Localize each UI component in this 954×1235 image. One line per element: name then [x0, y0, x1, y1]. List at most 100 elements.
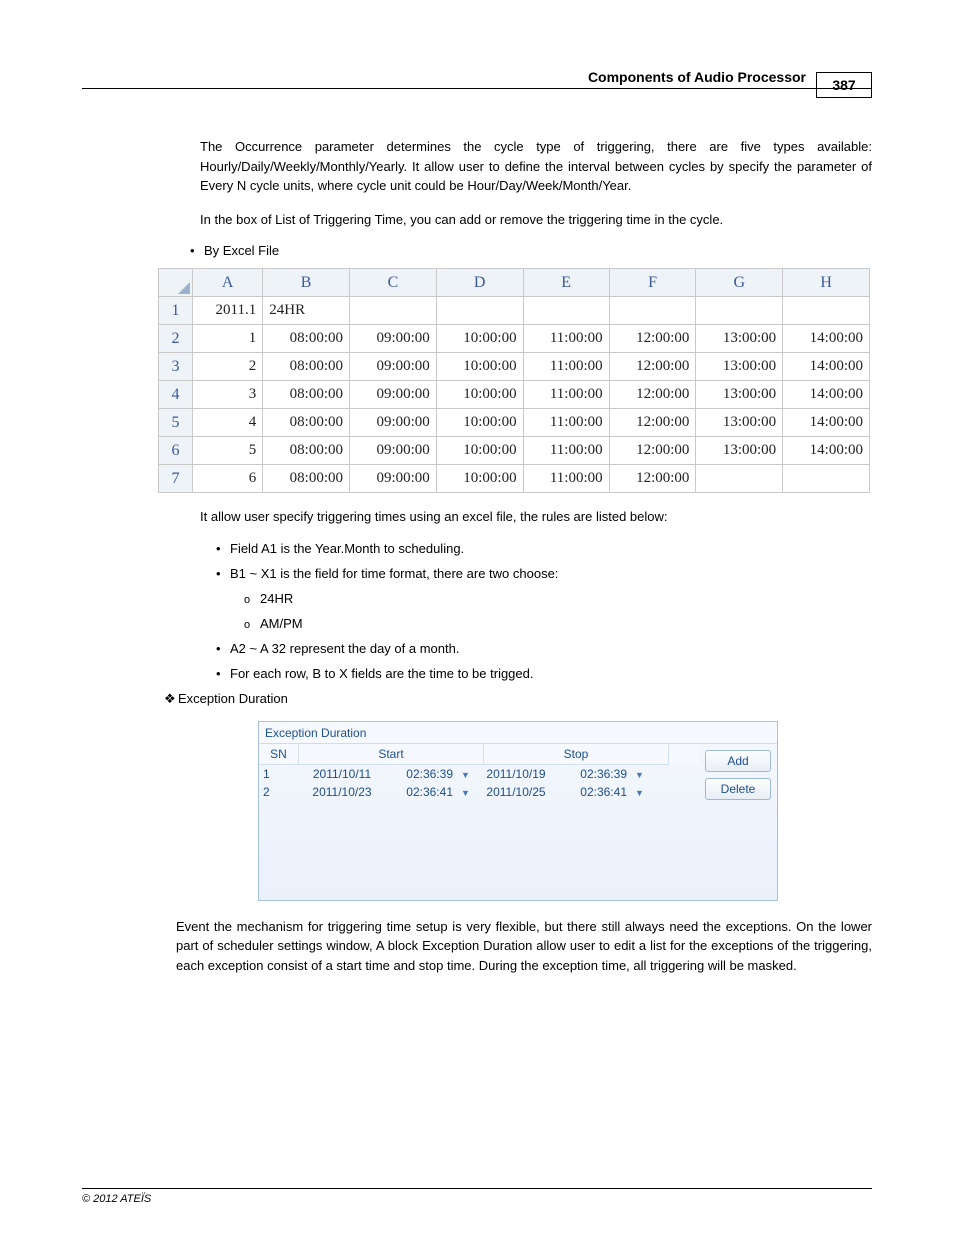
diamond-bullet-icon: ❖	[164, 691, 178, 707]
excel-cell[interactable]: 10:00:00	[436, 437, 523, 465]
excel-cell[interactable]: 13:00:00	[696, 437, 783, 465]
excel-cell[interactable]: 10:00:00	[436, 381, 523, 409]
exception-stop-time[interactable]: 02:36:39	[559, 767, 631, 781]
excel-col-D[interactable]: D	[436, 269, 523, 297]
excel-cell[interactable]: 14:00:00	[783, 381, 870, 409]
excel-cell[interactable]: 2011.1	[193, 297, 263, 325]
excel-cell[interactable]: 13:00:00	[696, 353, 783, 381]
excel-cell[interactable]: 11:00:00	[523, 465, 609, 493]
excel-corner-icon	[178, 282, 190, 294]
excel-cell[interactable]: 6	[193, 465, 263, 493]
excel-cell[interactable]: 12:00:00	[609, 381, 696, 409]
excel-cell[interactable]: 11:00:00	[523, 325, 609, 353]
excel-cell[interactable]	[350, 297, 437, 325]
excel-cell[interactable]	[696, 465, 783, 493]
excel-cell[interactable]: 09:00:00	[350, 465, 437, 493]
excel-cell[interactable]: 14:00:00	[783, 409, 870, 437]
excel-cell[interactable]: 08:00:00	[263, 465, 350, 493]
page-footer: © 2012 ATEÏS	[82, 1188, 872, 1205]
excel-cell[interactable]: 2	[193, 353, 263, 381]
excel-cell[interactable]: 10:00:00	[436, 325, 523, 353]
excel-cell[interactable]	[783, 465, 870, 493]
excel-cell[interactable]	[696, 297, 783, 325]
excel-cell[interactable]: 09:00:00	[350, 381, 437, 409]
excel-cell[interactable]: 11:00:00	[523, 353, 609, 381]
excel-col-F[interactable]: F	[609, 269, 696, 297]
excel-cell[interactable]: 09:00:00	[350, 409, 437, 437]
exception-header-start: Start	[299, 744, 484, 765]
bullet-dot-icon: •	[216, 666, 230, 681]
excel-cell[interactable]: 24HR	[263, 297, 350, 325]
rule-a1: • Field A1 is the Year.Month to scheduli…	[82, 541, 872, 556]
excel-cell[interactable]: 12:00:00	[609, 437, 696, 465]
excel-col-H[interactable]: H	[783, 269, 870, 297]
excel-cell[interactable]: 11:00:00	[523, 437, 609, 465]
excel-cell[interactable]: 10:00:00	[436, 465, 523, 493]
exception-table-header: SN Start Stop	[259, 744, 699, 765]
excel-select-all[interactable]	[159, 269, 193, 297]
excel-cell[interactable]: 14:00:00	[783, 325, 870, 353]
excel-cell[interactable]: 13:00:00	[696, 325, 783, 353]
excel-row-header[interactable]: 1	[159, 297, 193, 325]
excel-cell[interactable]: 08:00:00	[263, 437, 350, 465]
excel-cell[interactable]	[609, 297, 696, 325]
excel-col-A[interactable]: A	[193, 269, 263, 297]
excel-cell[interactable]: 10:00:00	[436, 353, 523, 381]
excel-cell[interactable]: 08:00:00	[263, 381, 350, 409]
excel-cell[interactable]: 09:00:00	[350, 353, 437, 381]
excel-cell[interactable]: 11:00:00	[523, 409, 609, 437]
excel-cell[interactable]: 11:00:00	[523, 381, 609, 409]
excel-cell[interactable]: 3	[193, 381, 263, 409]
exception-stop-date[interactable]: 2011/10/19	[473, 767, 559, 781]
dropdown-icon[interactable]: ▼	[457, 767, 473, 781]
excel-cell[interactable]: 09:00:00	[350, 325, 437, 353]
excel-cell[interactable]: 13:00:00	[696, 409, 783, 437]
excel-row-header[interactable]: 2	[159, 325, 193, 353]
excel-cell[interactable]	[436, 297, 523, 325]
excel-cell[interactable]: 13:00:00	[696, 381, 783, 409]
excel-cell[interactable]: 08:00:00	[263, 325, 350, 353]
excel-cell[interactable]: 12:00:00	[609, 409, 696, 437]
exception-start-date[interactable]: 2011/10/23	[299, 785, 385, 799]
dropdown-icon[interactable]: ▼	[457, 785, 473, 799]
excel-cell[interactable]: 14:00:00	[783, 437, 870, 465]
circle-bullet-icon: o	[244, 619, 260, 631]
excel-cell[interactable]: 12:00:00	[609, 353, 696, 381]
exception-stop-time[interactable]: 02:36:41	[559, 785, 631, 799]
excel-cell[interactable]: 5	[193, 437, 263, 465]
exception-start-date[interactable]: 2011/10/11	[299, 767, 385, 781]
excel-row-header[interactable]: 3	[159, 353, 193, 381]
excel-col-B[interactable]: B	[263, 269, 350, 297]
add-button[interactable]: Add	[705, 750, 771, 772]
excel-cell[interactable]	[783, 297, 870, 325]
excel-cell[interactable]: 12:00:00	[609, 325, 696, 353]
excel-row-header[interactable]: 7	[159, 465, 193, 493]
excel-row-header[interactable]: 5	[159, 409, 193, 437]
excel-row-header[interactable]: 4	[159, 381, 193, 409]
excel-col-G[interactable]: G	[696, 269, 783, 297]
dropdown-icon[interactable]: ▼	[631, 785, 647, 799]
rule-a1-text: Field A1 is the Year.Month to scheduling…	[230, 541, 464, 556]
excel-cell[interactable]: 4	[193, 409, 263, 437]
excel-cell[interactable]: 14:00:00	[783, 353, 870, 381]
excel-cell[interactable]	[523, 297, 609, 325]
excel-cell[interactable]: 08:00:00	[263, 409, 350, 437]
rule-a2a32: • A2 ~ A 32 represent the day of a month…	[82, 641, 872, 656]
exception-stop-date[interactable]: 2011/10/25	[473, 785, 559, 799]
excel-col-E[interactable]: E	[523, 269, 609, 297]
excel-col-C[interactable]: C	[350, 269, 437, 297]
exception-start-time[interactable]: 02:36:41	[385, 785, 457, 799]
exception-start-time[interactable]: 02:36:39	[385, 767, 457, 781]
exception-header-sn: SN	[259, 744, 299, 765]
excel-row-header[interactable]: 6	[159, 437, 193, 465]
exception-row[interactable]: 12011/10/1102:36:39▼2011/10/1902:36:39▼	[259, 765, 699, 783]
excel-cell[interactable]: 10:00:00	[436, 409, 523, 437]
excel-cell[interactable]: 09:00:00	[350, 437, 437, 465]
excel-cell[interactable]: 08:00:00	[263, 353, 350, 381]
delete-button[interactable]: Delete	[705, 778, 771, 800]
rule-24hr: o 24HR	[82, 591, 872, 606]
excel-cell[interactable]: 12:00:00	[609, 465, 696, 493]
exception-row[interactable]: 22011/10/2302:36:41▼2011/10/2502:36:41▼	[259, 783, 699, 801]
dropdown-icon[interactable]: ▼	[631, 767, 647, 781]
excel-cell[interactable]: 1	[193, 325, 263, 353]
